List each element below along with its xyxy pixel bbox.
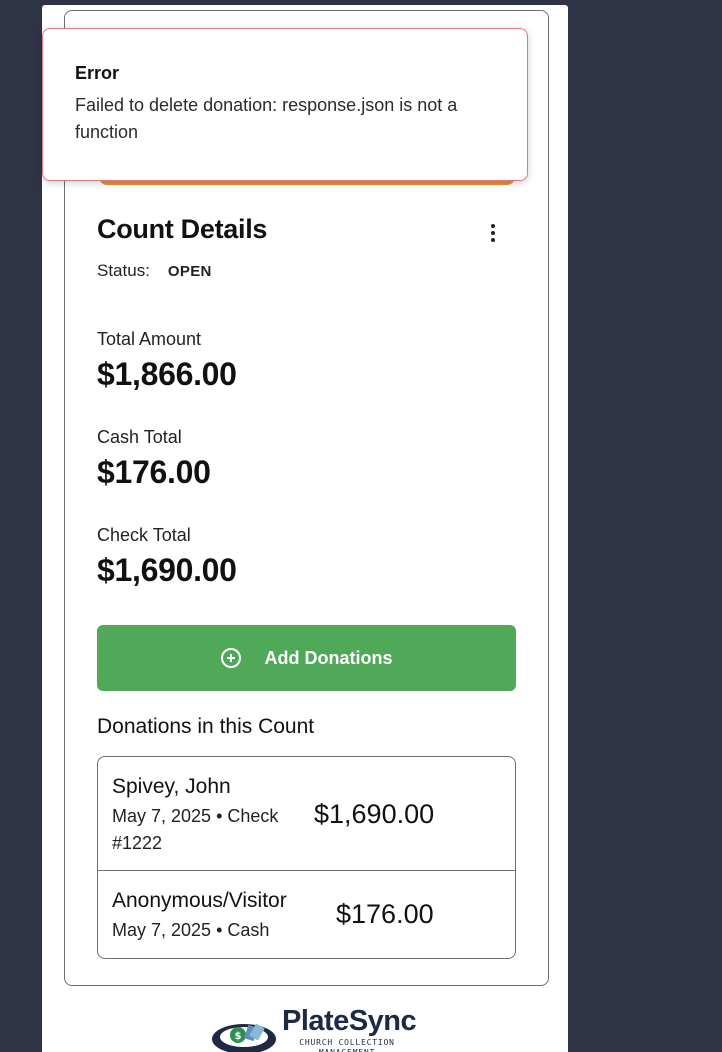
donation-amount: $1,690.00 (314, 799, 435, 829)
donor-name: Spivey, John (112, 775, 231, 798)
brand-logo: $ PlateSync CHURCH COLLECTION MANAGEMENT (210, 1005, 417, 1052)
donor-name: Anonymous/Visitor (112, 889, 287, 912)
total-amount-label: Total Amount (97, 329, 202, 349)
check-total-label: Check Total (97, 525, 191, 545)
brand-name: PlateSync (282, 1005, 417, 1037)
cash-total-value: $176.00 (97, 454, 211, 490)
more-options-icon[interactable] (479, 218, 507, 248)
status-row: Status: OPEN (97, 261, 212, 281)
status-label: Status: (97, 261, 150, 280)
total-amount-value: $1,866.00 (97, 356, 237, 392)
collection-plate-icon: $ (212, 1023, 276, 1052)
donation-meta: May 7, 2025 • Check #1222 (112, 806, 279, 853)
svg-text:$: $ (235, 1031, 242, 1042)
donation-meta: May 7, 2025 • Cash (112, 920, 270, 940)
donation-amount: $176.00 (336, 899, 434, 929)
page-title: Count Details (97, 214, 268, 244)
add-donations-label: Add Donations (264, 647, 393, 668)
list-item[interactable]: Anonymous/Visitor May 7, 2025 • Cash $17… (98, 871, 515, 958)
list-item[interactable]: Spivey, John May 7, 2025 • Check #1222 $… (98, 757, 515, 871)
page-container: Count Details Status: OPEN Total Amount … (42, 5, 568, 1052)
donations-heading: Donations in this Count (97, 715, 315, 738)
status-badge: OPEN (167, 263, 212, 280)
cash-total-label: Cash Total (97, 427, 182, 447)
toast-message: Failed to delete donation: response.json… (75, 95, 458, 142)
plus-circle-icon (220, 648, 241, 668)
add-donations-button[interactable]: Add Donations (97, 625, 516, 691)
brand-tagline: CHURCH COLLECTION MANAGEMENT (299, 1038, 395, 1052)
toast-title: Error (75, 63, 120, 83)
error-toast[interactable]: Error Failed to delete donation: respons… (42, 28, 528, 181)
check-total-value: $1,690.00 (97, 552, 237, 588)
donations-list: Spivey, John May 7, 2025 • Check #1222 $… (97, 756, 516, 959)
